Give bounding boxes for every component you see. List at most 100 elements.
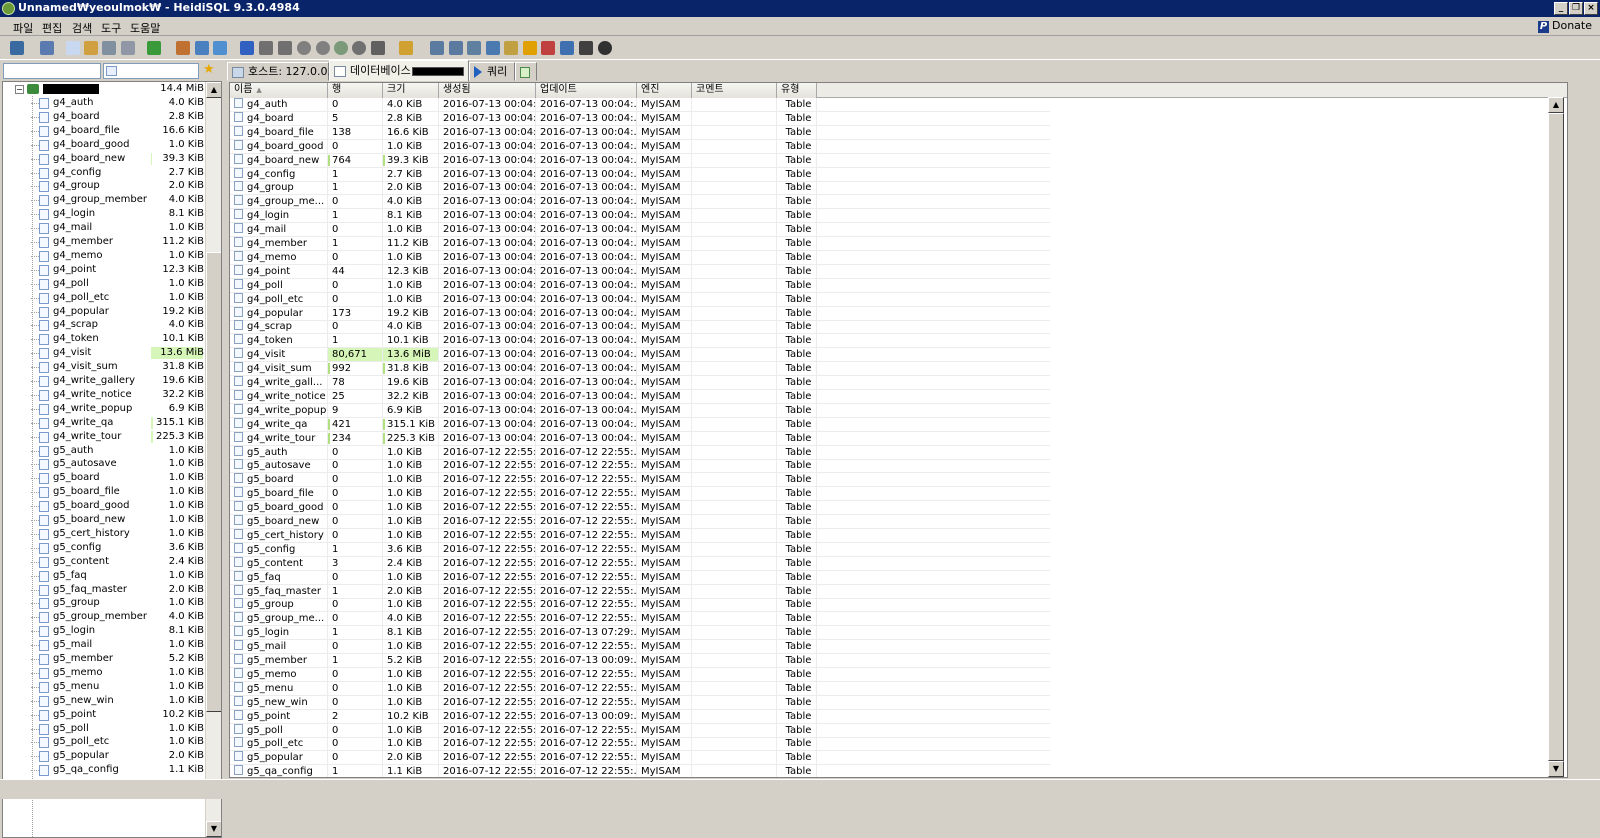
table-row[interactable]: g4_write_gall... 78 19.6 KiB 2016-07-13 00:… [230,376,1050,390]
table-row[interactable]: g5_qa_config 1 1.1 KiB 2016-07-12 22:55:...… [230,765,1050,777]
table-row[interactable]: g4_board_good 0 1.0 KiB 2016-07-13 00:04:..… [230,139,1050,154]
column-header-rows[interactable]: 행 [328,83,383,98]
copy-icon[interactable] [66,41,80,55]
tree-table-node[interactable]: g4_visit_sum 31.8 KiB [3,360,206,374]
collapse-icon[interactable]: − [15,85,24,94]
last-icon[interactable] [278,41,292,55]
connect-icon[interactable] [10,41,24,55]
tree-table-node[interactable]: g5_content 2.4 KiB [3,555,206,569]
table-row[interactable]: g5_poll_etc 0 1.0 KiB 2016-07-12 22:55:... 2… [230,737,1050,752]
first-icon[interactable] [259,41,273,55]
table-row[interactable]: g5_poll 0 1.0 KiB 2016-07-12 22:55:... 2016-… [230,723,1050,738]
tree-table-node[interactable]: g4_write_popup 6.9 KiB [3,402,206,416]
donate-button[interactable]: P Donate [1538,19,1592,33]
table-row[interactable]: g4_login 1 8.1 KiB 2016-07-13 00:04:... 2016… [230,209,1050,224]
tab-host[interactable]: 호스트: 127.0.0.1 [227,62,338,81]
add-icon[interactable] [297,41,311,55]
table-row[interactable]: g4_mail 0 1.0 KiB 2016-07-13 00:04:... 2016-… [230,223,1050,238]
tree-table-node[interactable]: g4_scrap 4.0 KiB [3,318,206,332]
tree-table-node[interactable]: g5_faq_master 2.0 KiB [3,583,206,597]
database-filter-input[interactable] [3,63,101,79]
menu-tools[interactable]: 도구 [101,20,121,36]
apply-icon[interactable] [334,41,348,55]
table-row[interactable]: g4_visit 80,671 13.6 MiB 2016-07-13 00:04:.… [230,348,1050,363]
tree-table-node[interactable]: g5_memo 1.0 KiB [3,666,206,680]
tree-table-node[interactable]: g5_point 10.2 KiB [3,708,206,722]
table-row[interactable]: g5_login 1 8.1 KiB 2016-07-12 22:55:... 2016… [230,626,1050,641]
filter-icon[interactable] [399,41,413,55]
more-icon[interactable] [579,41,593,55]
tree-table-node[interactable]: g4_group 2.0 KiB [3,179,206,193]
tree-table-node[interactable]: g5_autosave 1.0 KiB [3,457,206,471]
table-row[interactable]: g5_group_me... 0 4.0 KiB 2016-07-12 22:55:.… [230,612,1050,627]
scroll-thumb[interactable] [206,252,221,712]
grid-scroll-thumb[interactable] [1548,113,1564,761]
import-icon[interactable] [213,41,227,55]
warning-icon[interactable] [523,41,537,55]
tree-table-node[interactable]: g5_login 8.1 KiB [3,624,206,638]
column-header-name[interactable]: 이름 ▲ [230,83,328,98]
tree-table-node[interactable]: g5_poll 1.0 KiB [3,722,206,736]
table-row[interactable]: g5_member 1 5.2 KiB 2016-07-12 22:55:... 201… [230,654,1050,668]
table-row[interactable]: g4_memo 0 1.0 KiB 2016-07-13 00:04:... 2016-… [230,250,1050,265]
tree-table-node[interactable]: g5_faq 1.0 KiB [3,569,206,583]
tree-table-node[interactable]: g4_board_new 39.3 KiB [3,152,206,166]
insert-icon[interactable] [541,41,555,55]
table-row[interactable]: g5_board_file 0 1.0 KiB 2016-07-12 22:55:..… [230,487,1050,502]
tree-table-node[interactable]: g4_write_gallery 19.6 KiB [3,374,206,388]
tree-table-node[interactable]: g5_board_new 1.0 KiB [3,513,206,527]
column-header-created[interactable]: 생성됨 [439,83,536,98]
table-row[interactable]: g4_board 5 2.8 KiB 2016-07-13 00:04:... 2016… [230,111,1050,126]
tree-table-node[interactable]: g5_cert_history 1.0 KiB [3,527,206,541]
paste-icon[interactable] [84,41,98,55]
menu-help[interactable]: 도움말 [130,20,160,36]
table-row[interactable]: g4_visit_sum 992 31.8 KiB 2016-07-13 00:04:… [230,362,1050,377]
table-row[interactable]: g5_config 1 3.6 KiB 2016-07-12 22:55:... 201… [230,542,1050,557]
table-row[interactable]: g4_scrap 0 4.0 KiB 2016-07-13 00:04:... 2016… [230,320,1050,335]
column-header-engine[interactable]: 엔진 [637,83,692,98]
tree-scrollbar[interactable]: ▲ ▼ [205,82,221,837]
tree-table-node[interactable]: g4_board_file 16.6 KiB [3,124,206,138]
grid-scrollbar[interactable]: ▲ ▼ [1548,97,1564,777]
tree-database-node[interactable]: − 14.4 MiB [3,82,206,96]
grid-scroll-down-button[interactable]: ▼ [1548,761,1564,777]
table-row[interactable]: g4_board_new 764 39.3 KiB 2016-07-13 00:04:… [230,153,1050,168]
tree-table-node[interactable]: g4_poll 1.0 KiB [3,277,206,291]
table-row[interactable]: g4_group_me... 0 4.0 KiB 2016-07-13 00:04:.… [230,195,1050,210]
database-tree[interactable]: − 14.4 MiB g4_auth 4.0 KiB g4_board 2.8 KiB… [2,81,222,838]
table-row[interactable]: g4_write_qa 421 315.1 KiB 2016-07-13 00:04:… [230,417,1050,432]
table-row[interactable]: g4_write_notice 25 32.2 KiB 2016-07-13 00:0… [230,389,1050,404]
table-row[interactable]: g5_board_new 0 1.0 KiB 2016-07-12 22:55:...… [230,515,1050,529]
new-query-tab-button[interactable] [515,62,537,81]
tree-table-node[interactable]: g5_board 1.0 KiB [3,471,206,485]
table-row[interactable]: g4_poll 0 1.0 KiB 2016-07-13 00:04:... 2016-… [230,278,1050,293]
tree-table-node[interactable]: g5_qa_config 1.1 KiB [3,763,206,777]
restore-button[interactable]: ❐ [1569,2,1583,15]
scroll-up-button[interactable]: ▲ [206,82,221,98]
table-row[interactable]: g5_auth 0 1.0 KiB 2016-07-12 22:55:... 2016-… [230,445,1050,460]
tree-table-node[interactable]: g5_auth 1.0 KiB [3,444,206,458]
tree-table-node[interactable]: g5_board_file 1.0 KiB [3,485,206,499]
menu-file[interactable]: 파일 [13,20,33,36]
tree-table-node[interactable]: g4_point 12.3 KiB [3,263,206,277]
tree-table-node[interactable]: g4_board_good 1.0 KiB [3,138,206,152]
tree-table-node[interactable]: g4_auth 4.0 KiB [3,96,206,110]
refresh-icon[interactable] [147,41,161,55]
load-icon[interactable] [449,41,463,55]
table-row[interactable]: g4_member 1 11.2 KiB 2016-07-13 00:04:... 20… [230,237,1050,251]
tree-table-node[interactable]: g5_config 3.6 KiB [3,541,206,555]
minimize-button[interactable]: _ [1554,2,1568,15]
column-header-comment[interactable]: 코멘트 [692,83,777,98]
print-icon[interactable] [121,41,135,55]
table-row[interactable]: g5_new_win 0 1.0 KiB 2016-07-12 22:55:... 20… [230,695,1050,710]
grid-icon[interactable] [467,41,481,55]
table-list-grid[interactable]: 이름 ▲ 행 크기 생성됨 업데이트 엔진 코멘트 유형 g4_auth 0 4.0 KiB 2016… [229,82,1568,778]
table-row[interactable]: g4_point 44 12.3 KiB 2016-07-13 00:04:... 20… [230,264,1050,279]
scroll-down-button[interactable]: ▼ [206,821,221,837]
table-row[interactable]: g5_popular 0 2.0 KiB 2016-07-12 22:55:... 20… [230,751,1050,766]
tree-table-node[interactable]: g4_token 10.1 KiB [3,332,206,346]
disconnect-icon[interactable] [40,41,54,55]
tree-table-node[interactable]: g4_login 8.1 KiB [3,207,206,221]
table-row[interactable]: g4_write_tour 234 225.3 KiB 2016-07-13 00:0… [230,431,1050,446]
tree-table-node[interactable]: g4_visit 13.6 MiB [3,346,206,360]
